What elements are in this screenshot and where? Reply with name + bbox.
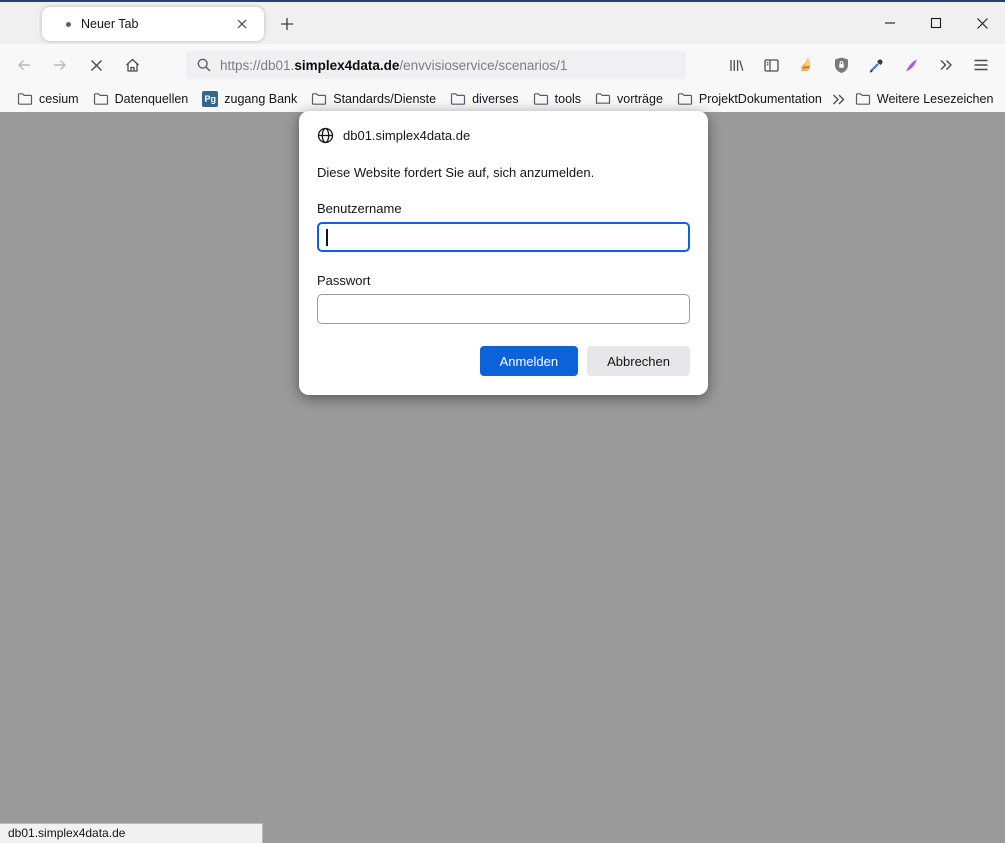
eyedropper-extension-icon <box>868 57 885 74</box>
folder-icon <box>855 92 871 106</box>
folder-icon <box>677 92 693 106</box>
text-caret <box>326 229 328 246</box>
extension-shield-button[interactable] <box>825 50 857 80</box>
forward-arrow-icon <box>52 57 68 73</box>
maximize-icon <box>930 17 942 29</box>
folder-icon <box>450 92 466 106</box>
auth-message: Diese Website fordert Sie auf, sich anzu… <box>317 165 690 180</box>
sidebar-icon <box>763 57 780 74</box>
bookmark-label: diverses <box>472 92 519 106</box>
password-label: Passwort <box>317 273 690 288</box>
bookmark-label: vorträge <box>617 92 663 106</box>
folder-icon <box>17 92 33 106</box>
search-icon <box>196 57 212 73</box>
bookmarks-more-folder[interactable]: Weitere Lesezeichen <box>850 88 999 110</box>
bookmark-label: Datenquellen <box>115 92 189 106</box>
back-button[interactable] <box>8 50 40 80</box>
forward-button[interactable] <box>44 50 76 80</box>
tab-title: Neuer Tab <box>81 17 230 31</box>
bookmark-folder-diverses[interactable]: diverses <box>445 88 524 110</box>
library-button[interactable] <box>720 50 752 80</box>
feather-extension-icon <box>903 57 920 74</box>
login-button[interactable]: Anmelden <box>480 346 579 376</box>
bookmark-folder-vortraege[interactable]: vorträge <box>590 88 668 110</box>
bookmarks-toolbar: cesium Datenquellen Pg zugang Bank Stand… <box>0 86 1005 112</box>
folder-icon <box>533 92 549 106</box>
url-prefix: https://db01. <box>220 58 294 73</box>
username-input-wrap <box>317 222 690 252</box>
bookmark-folder-cesium[interactable]: cesium <box>12 88 84 110</box>
username-label: Benutzername <box>317 201 690 216</box>
back-arrow-icon <box>16 57 32 73</box>
password-input[interactable] <box>317 294 690 324</box>
http-auth-dialog: db01.simplex4data.de Diese Website forde… <box>299 111 708 395</box>
browser-window: Neuer Tab <box>0 0 1005 843</box>
tab-neuer-tab[interactable]: Neuer Tab <box>42 7 264 41</box>
stop-button[interactable] <box>80 50 112 80</box>
sidebar-toggle-button[interactable] <box>755 50 787 80</box>
library-icon <box>728 57 745 74</box>
hamburger-menu-icon <box>973 58 989 72</box>
url-text: https://db01.simplex4data.de/envvisioser… <box>220 58 567 73</box>
bookmark-folder-standards-dienste[interactable]: Standards/Dienste <box>306 88 441 110</box>
double-chevron-right-icon <box>938 58 954 72</box>
globe-icon <box>317 127 334 144</box>
username-input[interactable] <box>317 222 690 252</box>
close-icon <box>236 18 248 30</box>
folder-icon <box>595 92 611 106</box>
bookmark-folder-projektdokumentation[interactable]: ProjektDokumentation <box>672 88 827 110</box>
maximize-button[interactable] <box>913 2 959 44</box>
bookmark-zugang-bank[interactable]: Pg zugang Bank <box>197 88 302 110</box>
navigation-toolbar: https://db01.simplex4data.de/envvisioser… <box>0 44 1005 86</box>
auth-dialog-buttons: Anmelden Abbrechen <box>317 346 690 376</box>
page-content-area: db01.simplex4data.de Diese Website forde… <box>0 112 1005 843</box>
extension-feather-button[interactable] <box>895 50 927 80</box>
extension-eyedropper-button[interactable] <box>860 50 892 80</box>
bookmark-folder-tools[interactable]: tools <box>528 88 586 110</box>
auth-host: db01.simplex4data.de <box>343 128 470 143</box>
tab-bar: Neuer Tab <box>0 2 1005 44</box>
auth-dialog-header: db01.simplex4data.de <box>317 127 690 144</box>
minimize-icon <box>884 17 896 29</box>
close-icon <box>976 17 989 30</box>
shield-lock-extension-icon <box>833 56 850 74</box>
status-url-tooltip: db01.simplex4data.de <box>0 823 263 843</box>
tab-close-button[interactable] <box>230 12 254 36</box>
extension-flame-button[interactable] <box>790 50 822 80</box>
url-bar[interactable]: https://db01.simplex4data.de/envvisioser… <box>186 51 686 79</box>
new-tab-button[interactable] <box>274 11 300 37</box>
toolbar-right-icons <box>717 50 997 80</box>
flame-extension-icon <box>797 56 815 74</box>
bookmark-label: tools <box>555 92 581 106</box>
postgres-badge-icon: Pg <box>202 91 218 107</box>
bookmark-folder-datenquellen[interactable]: Datenquellen <box>88 88 194 110</box>
url-path: /envvisioservice/scenarios/1 <box>399 58 567 73</box>
home-icon <box>124 57 141 74</box>
bookmark-label: cesium <box>39 92 79 106</box>
tab-favicon-dot <box>66 22 71 27</box>
stop-x-icon <box>89 58 104 73</box>
folder-icon <box>93 92 109 106</box>
bookmark-label: ProjektDokumentation <box>699 92 822 106</box>
bookmark-label: Standards/Dienste <box>333 92 436 106</box>
toolbar-overflow-button[interactable] <box>930 50 962 80</box>
folder-icon <box>311 92 327 106</box>
app-menu-button[interactable] <box>965 50 997 80</box>
bookmarks-overflow-button[interactable] <box>831 88 846 110</box>
close-window-button[interactable] <box>959 2 1005 44</box>
bookmark-label: Weitere Lesezeichen <box>877 92 994 106</box>
cancel-button[interactable]: Abbrechen <box>587 346 690 376</box>
double-chevron-right-icon <box>831 93 846 106</box>
bookmark-label: zugang Bank <box>224 92 297 106</box>
window-controls <box>867 2 1005 44</box>
url-domain: simplex4data.de <box>294 58 399 73</box>
minimize-button[interactable] <box>867 2 913 44</box>
plus-icon <box>280 17 294 31</box>
home-button[interactable] <box>116 50 148 80</box>
